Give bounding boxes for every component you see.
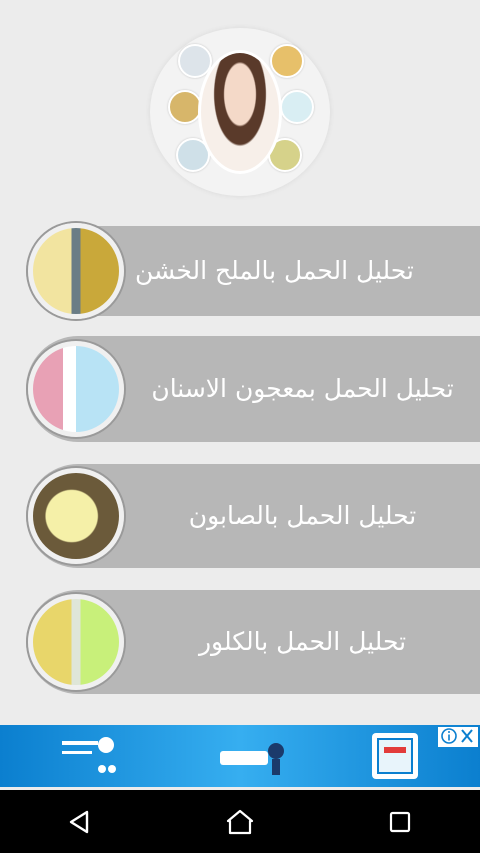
- list-item[interactable]: تحليل الحمل بالصابون: [0, 464, 480, 568]
- ad-campaign-logo: [218, 737, 288, 782]
- woman-portrait: [198, 50, 282, 174]
- collage-thumb: [270, 44, 304, 78]
- list-item-thumbnail: [28, 468, 124, 564]
- ad-product-image: [372, 733, 418, 779]
- collage-thumb: [280, 90, 314, 124]
- recents-icon: [389, 811, 411, 832]
- close-icon[interactable]: [461, 729, 473, 743]
- info-icon[interactable]: [441, 728, 457, 744]
- ad-banner[interactable]: [0, 725, 480, 787]
- collage-thumb: [168, 90, 202, 124]
- home-button[interactable]: [216, 798, 264, 846]
- list-item-thumbnail: [28, 341, 124, 437]
- list-item-thumbnail: [28, 594, 124, 690]
- back-button[interactable]: [56, 798, 104, 846]
- test-list: تحليل الحمل بالملح الخشن تحليل الحمل بمع…: [0, 223, 480, 729]
- recents-button[interactable]: [376, 798, 424, 846]
- list-item-label: تحليل الحمل بالملح الخشن: [135, 256, 414, 285]
- header-collage: [150, 28, 330, 196]
- system-nav-bar: [0, 790, 480, 853]
- list-item[interactable]: تحليل الحمل بالملح الخشن: [0, 223, 480, 319]
- ad-controls[interactable]: [438, 727, 478, 747]
- list-item-label: تحليل الحمل بالصابون: [188, 501, 417, 530]
- list-item-label: تحليل الحمل بمعجون الاسنان: [151, 374, 454, 403]
- list-item-thumbnail: [28, 223, 124, 319]
- list-item[interactable]: تحليل الحمل بمعجون الاسنان: [0, 336, 480, 442]
- ad-sponsor-logo: [58, 733, 118, 780]
- list-item[interactable]: تحليل الحمل بالكلور: [0, 590, 480, 694]
- list-item-label: تحليل الحمل بالكلور: [198, 627, 407, 656]
- home-icon: [226, 809, 254, 834]
- back-icon: [69, 810, 89, 833]
